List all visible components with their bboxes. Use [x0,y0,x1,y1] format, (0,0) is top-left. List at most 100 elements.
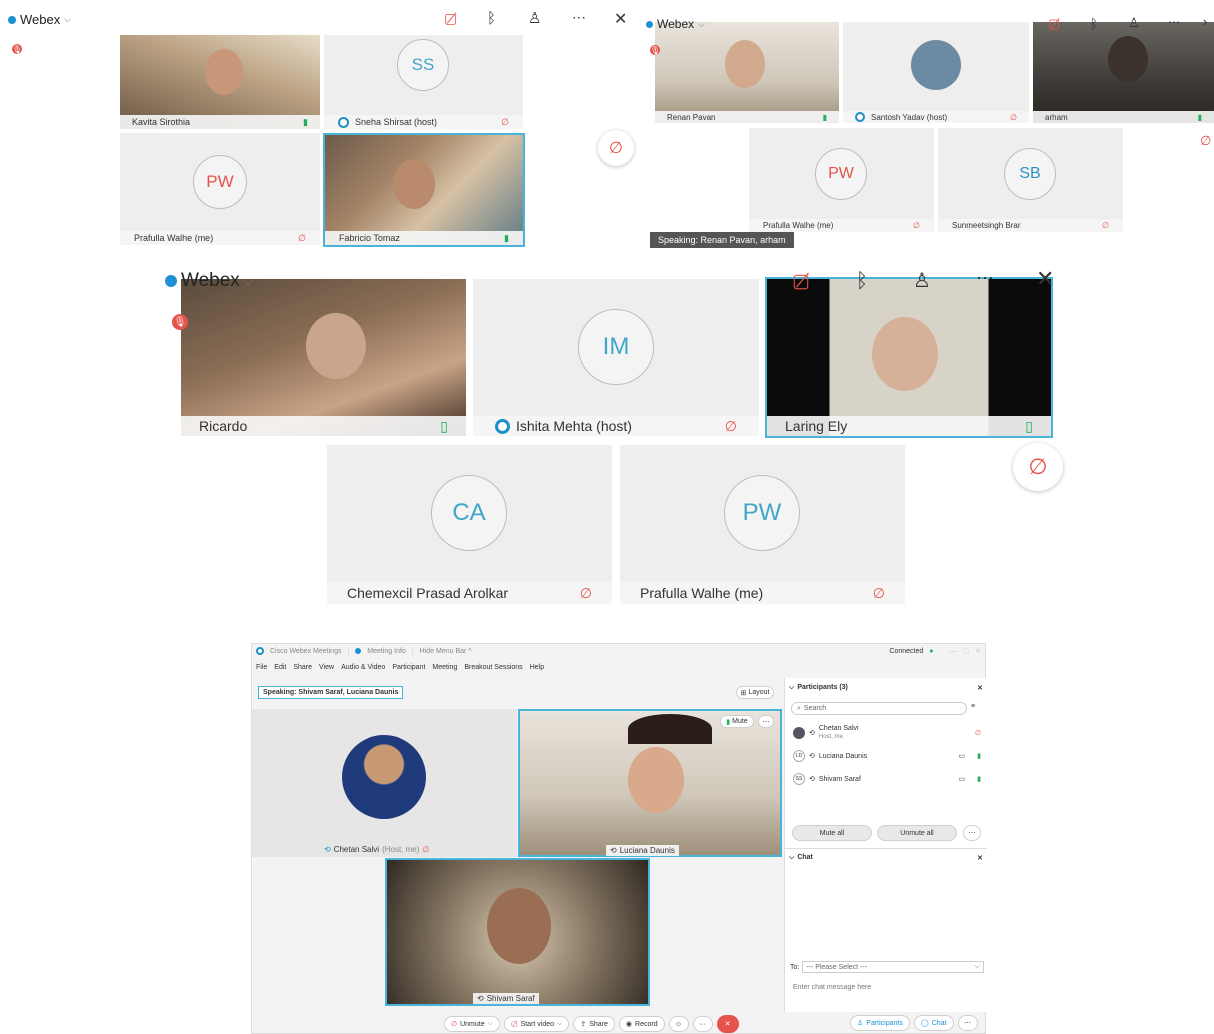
menu-file[interactable]: File [256,664,267,671]
avatar-tile[interactable]: IM Ishita Mehta (host) ∅ [473,279,759,436]
chat-input-placeholder: Enter chat message here [793,983,872,991]
mute-all-button[interactable]: Mute all [792,825,872,841]
more-icon[interactable]: ⋯ [1168,15,1180,29]
initials-avatar: SB [1004,148,1056,200]
title-bar: Cisco Webex Meetings | Meeting Info | Hi… [252,644,985,658]
participant-hair [628,714,712,744]
start-video-label: Start video [520,1020,555,1028]
menu-audio-video[interactable]: Audio & Video [341,664,385,671]
video-tile[interactable]: Laring Ely ▯ [767,279,1051,436]
avatar-tile[interactable]: PW Prafulla Walhe (me) ∅ [620,445,905,604]
more-icon: ··· [699,1020,707,1028]
layout-button[interactable]: ⊞ Layout [736,686,774,699]
mic-on-icon: ▯ [440,417,448,434]
more-icon[interactable]: ⋯ [976,268,994,289]
avatar-tile[interactable]: SS Sneha Shirsat (host) ∅ [324,35,523,129]
tile-more-button[interactable]: ⋯ [758,715,774,728]
video-off-icon[interactable]: ▢̸ [1048,16,1060,32]
participants-icon[interactable]: ♙ [528,9,541,27]
close-icon[interactable]: ✕ [614,9,627,29]
mic-on-icon: ▮ [1197,112,1202,122]
participant-video [1108,36,1148,82]
participant-photo [342,735,426,819]
video-tile-shivam[interactable]: ⟲ Shivam Saraf [385,858,650,1006]
close-icon[interactable]: ✕ [1036,266,1054,292]
participants-more-button[interactable]: ⋯ [963,825,981,841]
video-off-icon[interactable]: ▢̸ [792,270,810,293]
avatar-tile[interactable]: SB Sunmeetsingh Brar ∅ [938,128,1123,232]
participant-row[interactable]: SS ⟲ Shivam Saraf ▭ ▮ [793,772,981,786]
chat-input[interactable]: Enter chat message here [790,978,984,996]
hide-menu-bar-button[interactable]: Hide Menu Bar ^ [420,648,472,655]
participant-row[interactable]: LD ⟲ Luciana Daunis ▭ ▮ [793,749,981,763]
avatar-tile[interactable]: PW Prafulla Walhe (me) ∅ [749,128,934,232]
menu-edit[interactable]: Edit [274,664,286,671]
webex-brand[interactable]: Webex ⌵ [8,12,71,27]
menu-view[interactable]: View [319,664,334,671]
menu-meeting[interactable]: Meeting [432,664,457,671]
avatar-tile[interactable]: CA Chemexcil Prasad Arolkar ∅ [327,445,612,604]
webex-brand[interactable]: Webex ⌵ [165,270,253,292]
meeting-info-button[interactable]: Meeting Info [367,648,406,655]
video-tile[interactable]: Ricardo ▯ [181,279,466,436]
search-input[interactable]: ⌕ Search [791,702,967,715]
participants-toggle-button[interactable]: ♙ Participants [850,1015,910,1031]
menu-share[interactable]: Share [293,664,312,671]
mic-on-icon: ▮ [977,753,981,760]
video-tile[interactable]: Renan Pavan ▮ [655,22,839,123]
chevron-down-icon: ⌵ [974,963,980,970]
reactions-button[interactable]: ☺ [668,1016,689,1032]
video-tile[interactable]: arham ▮ [1033,22,1214,123]
chat-toggle-button[interactable]: ◯ Chat [913,1015,954,1031]
panel-more-button[interactable]: ⋯ [957,1015,978,1031]
close-window-icon[interactable]: ✕ [975,647,981,655]
status-icon: ⟲ [477,994,484,1003]
minimize-icon[interactable]: — [950,648,957,655]
close-panel-icon[interactable]: ✕ [977,854,983,862]
mic-on-icon: ▮ [504,232,509,243]
webex-brand[interactable]: Webex ⌵ [646,17,705,31]
maximize-icon[interactable]: ▢ [963,647,970,655]
menu-help[interactable]: Help [530,664,544,671]
video-tile[interactable]: Fabricio Tomaz ▮ [325,135,523,245]
more-options-button[interactable]: ··· [692,1016,713,1032]
video-tile[interactable]: Santosh Yadav (host) ∅ [843,22,1029,123]
mute-button[interactable]: ▮ Mute [720,715,754,728]
leave-meeting-button[interactable]: ✕ [716,1015,739,1033]
video-tile-chetan[interactable]: ⟲ Chetan Salvi (Host, me) ∅ [252,709,517,857]
record-button[interactable]: ◉ Record [618,1016,665,1032]
muted-badge-icon: 🎙 [11,44,23,54]
menu-breakout-sessions[interactable]: Breakout Sessions [464,664,522,671]
bluetooth-icon[interactable]: ᛒ [1090,16,1098,31]
share-button[interactable]: ⇪ Share [573,1016,615,1032]
participants-icon[interactable]: ♙ [913,268,931,293]
mic-on-icon: ▮ [977,776,981,783]
start-video-button[interactable]: ▢̸ Start video ⌵ [503,1016,570,1032]
bluetooth-icon[interactable]: ᛒ [856,270,868,293]
recipient-select[interactable]: --- Please Select --- ⌵ [802,961,984,973]
mute-button[interactable]: ∅ [1013,443,1063,491]
host-icon [495,418,510,434]
participant-row[interactable]: ⟲ Chetan Salvi Host, me ∅ [793,722,981,744]
unmute-all-button[interactable]: Unmute all [877,825,957,841]
unmute-button[interactable]: ∅ Unmute ⌵ [444,1016,500,1032]
bluetooth-icon[interactable]: ᛒ [487,10,496,27]
close-panel-icon[interactable]: ✕ [977,684,983,692]
mute-button[interactable]: ∅ [598,130,634,166]
menu-participant[interactable]: Participant [392,664,425,671]
avatar-tile[interactable]: PW Prafulla Walhe (me) ∅ [120,133,320,245]
host-status-icon: ⟲ [809,730,815,737]
video-off-icon[interactable]: ▢̸ [444,10,457,27]
more-icon[interactable]: ⋯ [572,9,586,26]
video-icon: ▭ [958,753,966,760]
tile-namebar: Prafulla Walhe (me) ∅ [620,582,905,604]
participant-name: Renan Pavan [667,112,716,122]
participants-icon[interactable]: ♙ [1128,15,1140,31]
video-tile-luciana[interactable]: ▮ Mute ⋯ ⟲ Luciana Daunis [518,709,782,857]
video-tile[interactable]: Kavita Sirothia ▮ [120,35,320,129]
tile-namebar: Laring Ely ▯ [767,416,1051,436]
mic-muted-icon[interactable]: ∅ [1200,133,1211,149]
host-icon [855,112,865,122]
sort-icon[interactable]: ≡ [971,703,975,710]
close-icon[interactable]: › [1203,14,1207,29]
